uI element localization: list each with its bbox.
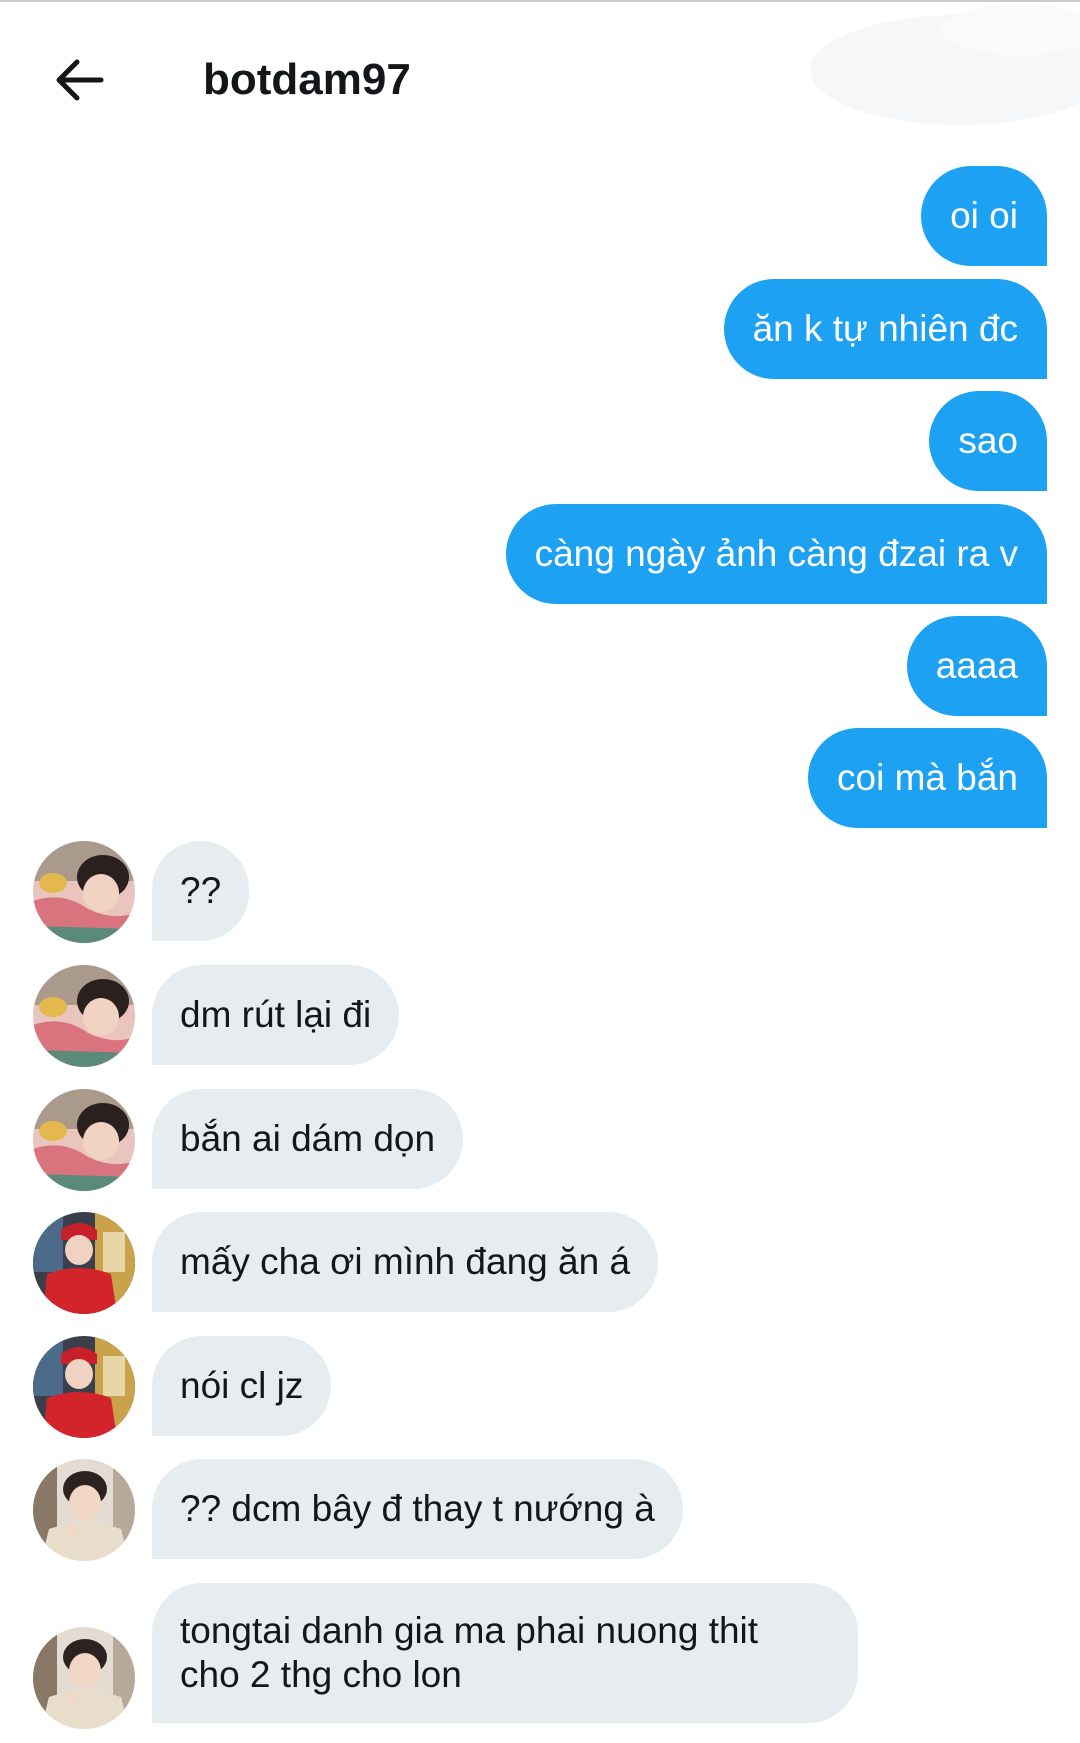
sent-message[interactable]: oi oi	[921, 166, 1047, 266]
sent-message[interactable]: ăn k tự nhiên đc	[723, 279, 1047, 379]
sent-message[interactable]: aaaa	[906, 616, 1047, 716]
avatar[interactable]	[33, 1459, 135, 1561]
avatar[interactable]	[33, 1336, 135, 1438]
sent-message[interactable]: coi mà bắn	[808, 728, 1047, 828]
conversation-title: botdam97	[203, 55, 411, 104]
avatar[interactable]	[33, 965, 135, 1067]
avatar[interactable]	[33, 841, 135, 943]
arrow-left-icon	[56, 59, 104, 101]
sent-message[interactable]: càng ngày ảnh càng đzai ra v	[505, 504, 1047, 604]
redaction-smudge	[810, 5, 1080, 125]
sent-message[interactable]: sao	[929, 391, 1047, 491]
back-button[interactable]	[45, 45, 115, 115]
message-line: tongtai danh gia ma phai nuong thit	[180, 1610, 759, 1651]
received-message[interactable]: mấy cha ơi mình đang ăn á	[152, 1212, 659, 1312]
received-message[interactable]: dm rút lại đi	[152, 965, 400, 1065]
conversation-header: botdam97	[0, 0, 1080, 160]
received-message[interactable]: nói cl jz	[152, 1336, 332, 1436]
received-message[interactable]: ?? dcm bây đ thay t nướng à	[152, 1459, 683, 1559]
received-message[interactable]: tongtai danh gia ma phai nuong thit cho …	[152, 1583, 858, 1723]
avatar[interactable]	[33, 1627, 135, 1729]
avatar[interactable]	[33, 1089, 135, 1191]
message-line: cho 2 thg cho lon	[180, 1654, 462, 1695]
avatar[interactable]	[33, 1212, 135, 1314]
received-message[interactable]: ??	[152, 841, 250, 941]
received-message[interactable]: bắn ai dám dọn	[152, 1089, 464, 1189]
